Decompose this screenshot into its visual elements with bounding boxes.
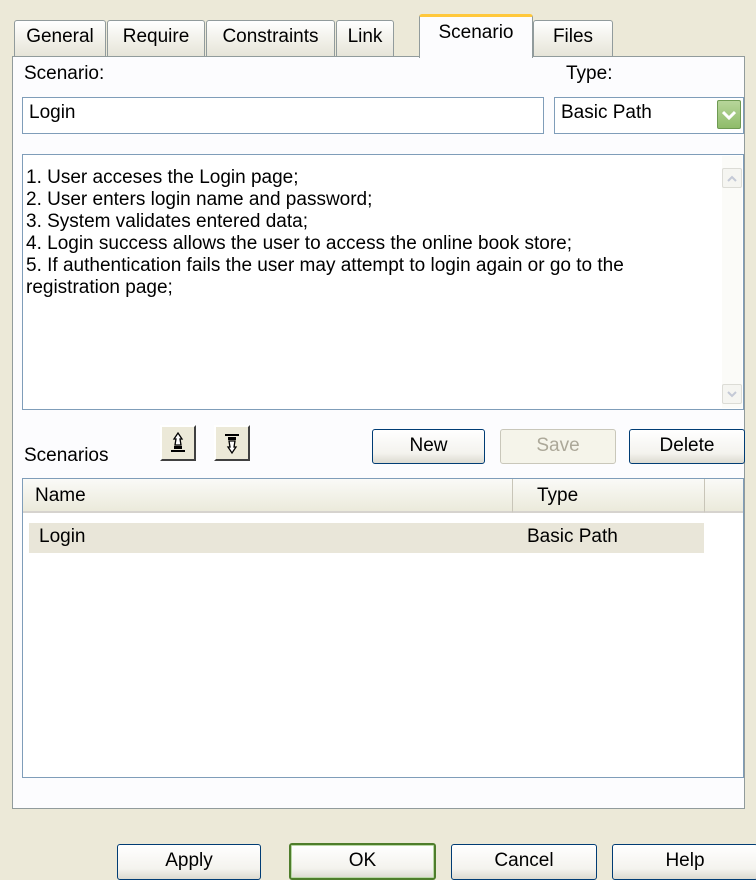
description-line: registration page; bbox=[26, 277, 173, 298]
move-up-icon[interactable] bbox=[160, 425, 196, 461]
new-button[interactable]: New bbox=[372, 429, 485, 464]
tab-constraints[interactable]: Constraints bbox=[206, 20, 335, 56]
type-dropdown-value: Basic Path bbox=[561, 102, 652, 123]
help-button[interactable]: Help bbox=[612, 844, 756, 880]
scenarios-label: Scenarios bbox=[24, 445, 109, 466]
column-header-filler bbox=[705, 479, 743, 513]
scenario-name-value: Login bbox=[29, 102, 76, 123]
type-dropdown[interactable]: Basic Path bbox=[554, 97, 744, 134]
description-line: 2. User enters login name and password; bbox=[26, 189, 373, 210]
row-name-cell: Login bbox=[39, 526, 86, 547]
scenario-label: Scenario: bbox=[24, 63, 105, 84]
column-header-name[interactable]: Name bbox=[23, 479, 513, 513]
apply-button[interactable]: Apply bbox=[117, 844, 261, 880]
description-line: 4. Login success allows the user to acce… bbox=[26, 233, 573, 254]
move-down-icon[interactable] bbox=[214, 425, 250, 461]
table-row[interactable]: Login Basic Path bbox=[29, 523, 704, 553]
column-header-type[interactable]: Type bbox=[513, 479, 705, 513]
chevron-down-icon[interactable] bbox=[717, 100, 741, 129]
scenario-name-input[interactable]: Login bbox=[22, 97, 544, 134]
delete-button[interactable]: Delete bbox=[629, 429, 745, 464]
tab-link[interactable]: Link bbox=[336, 20, 394, 56]
scenarios-list[interactable]: Name Type Login Basic Path bbox=[22, 478, 744, 778]
tab-require[interactable]: Require bbox=[107, 20, 205, 56]
description-text: 1. User acceses the Login page; 2. User … bbox=[26, 167, 624, 299]
description-line: 3. System validates entered data; bbox=[26, 211, 308, 232]
description-line: 5. If authentication fails the user may … bbox=[26, 255, 624, 276]
tab-general[interactable]: General bbox=[14, 20, 106, 56]
cancel-button[interactable]: Cancel bbox=[451, 844, 597, 880]
scroll-up-icon[interactable] bbox=[722, 168, 742, 188]
scroll-down-icon[interactable] bbox=[722, 384, 742, 404]
scenario-description-textarea[interactable]: 1. User acceses the Login page; 2. User … bbox=[22, 154, 744, 410]
description-scrollbar[interactable] bbox=[722, 156, 742, 408]
tab-scenario[interactable]: Scenario bbox=[419, 14, 533, 58]
description-line: 1. User acceses the Login page; bbox=[26, 167, 299, 188]
save-button[interactable]: Save bbox=[500, 429, 616, 464]
tab-files[interactable]: Files bbox=[533, 20, 613, 56]
type-label: Type: bbox=[566, 63, 613, 84]
row-type-cell: Basic Path bbox=[527, 526, 618, 547]
ok-button[interactable]: OK bbox=[289, 843, 436, 880]
